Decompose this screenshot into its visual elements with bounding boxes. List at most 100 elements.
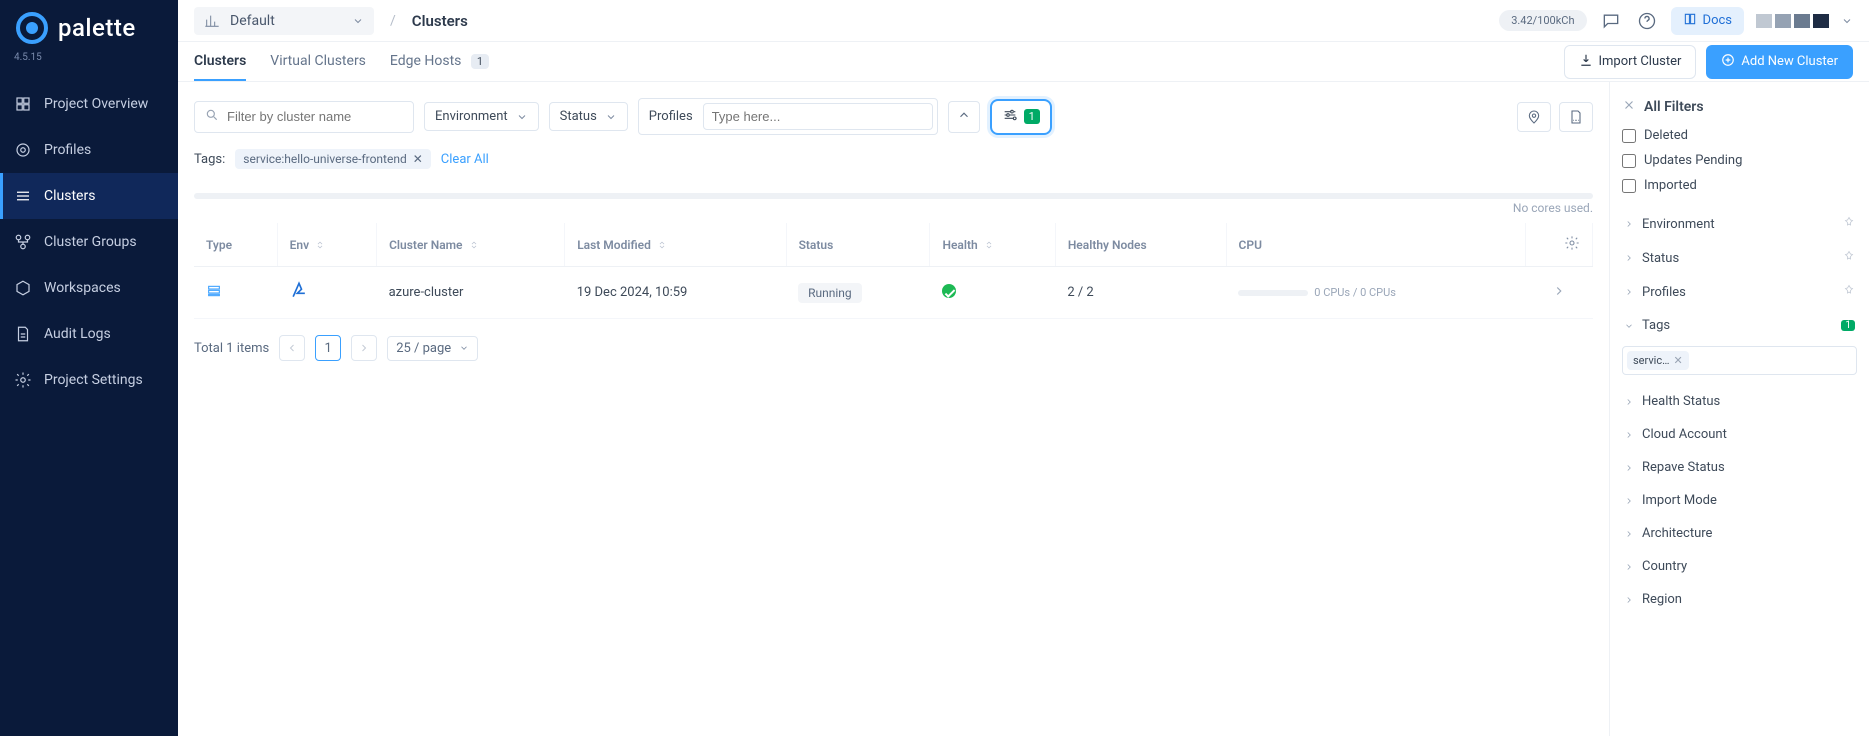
- filter-group-region[interactable]: Region: [1622, 583, 1857, 616]
- clusters-table: Type Env Cluster Name Last Modified Stat…: [194, 223, 1593, 319]
- topbar: Default / Clusters 3.42/100kCh Docs: [178, 0, 1869, 42]
- tab-badge: 1: [471, 54, 489, 69]
- col-settings: [1525, 223, 1592, 267]
- sidebar-item-clusters[interactable]: Clusters: [0, 173, 178, 219]
- environment-select[interactable]: Environment: [424, 102, 539, 131]
- export-csv-button[interactable]: [1559, 102, 1593, 132]
- tab-clusters[interactable]: Clusters: [194, 43, 246, 81]
- filter-check-imported[interactable]: Imported: [1622, 178, 1857, 193]
- sort-health[interactable]: Health: [942, 238, 993, 252]
- tags-input-area[interactable]: servic… ✕: [1622, 346, 1857, 375]
- chevron-down-icon: [605, 111, 617, 123]
- filter-check-updates-pending[interactable]: Updates Pending: [1622, 153, 1857, 168]
- page-next-button[interactable]: [351, 335, 377, 361]
- sidebar-item-workspaces[interactable]: Workspaces: [0, 265, 178, 311]
- expand-row-icon[interactable]: [1552, 287, 1566, 302]
- project-scope-select[interactable]: Default: [194, 7, 374, 35]
- select-label: Status: [560, 109, 597, 124]
- cluster-type-icon: [206, 288, 222, 303]
- close-filters-icon[interactable]: [1622, 98, 1636, 116]
- filter-group-architecture[interactable]: Architecture: [1622, 517, 1857, 550]
- pin-icon[interactable]: [1843, 250, 1855, 266]
- plus-circle-icon: [1721, 53, 1735, 71]
- profiles-input[interactable]: [703, 103, 933, 130]
- filter-group-cloud-account[interactable]: Cloud Account: [1622, 418, 1857, 451]
- table-row[interactable]: azure-cluster 19 Dec 2024, 10:59 Running…: [194, 267, 1593, 319]
- sidebar-item-profiles[interactable]: Profiles: [0, 127, 178, 173]
- scope-label: Default: [230, 13, 342, 29]
- tab-virtual-clusters[interactable]: Virtual Clusters: [270, 43, 366, 81]
- clear-all-tags-link[interactable]: Clear All: [441, 152, 489, 167]
- sidebar-item-label: Workspaces: [44, 280, 121, 296]
- active-tags-row: Tags: service:hello-universe-frontend ✕ …: [194, 149, 1593, 169]
- chevron-down-icon: [516, 111, 528, 123]
- page-size-select[interactable]: 25 / page: [387, 336, 478, 361]
- hex-icon: [14, 279, 32, 297]
- sliders-icon: [1002, 107, 1018, 127]
- pin-icon[interactable]: [1843, 216, 1855, 232]
- tag-chip-text: servic…: [1633, 354, 1669, 367]
- col-health: Health: [930, 223, 1055, 267]
- tab-edge-hosts[interactable]: Edge Hosts 1: [390, 43, 489, 81]
- table-settings-icon[interactable]: [1564, 240, 1580, 254]
- sort-env[interactable]: Env: [290, 238, 325, 252]
- sidebar-item-audit-logs[interactable]: Audit Logs: [0, 311, 178, 357]
- filter-group-environment[interactable]: Environment: [1622, 207, 1857, 241]
- search-input[interactable]: [227, 109, 403, 124]
- filter-bar: Environment Status Profiles: [194, 98, 1593, 135]
- filter-check-deleted[interactable]: Deleted: [1622, 128, 1857, 143]
- remove-tag-icon[interactable]: ✕: [413, 152, 423, 166]
- target-icon: [14, 141, 32, 159]
- col-status: Status: [786, 223, 930, 267]
- cell-healthy-nodes: 2 / 2: [1055, 267, 1226, 319]
- filter-group-repave-status[interactable]: Repave Status: [1622, 451, 1857, 484]
- add-new-cluster-button[interactable]: Add New Cluster: [1706, 45, 1853, 79]
- sidebar-item-project-settings[interactable]: Project Settings: [0, 357, 178, 403]
- help-icon[interactable]: [1635, 9, 1659, 33]
- pin-icon[interactable]: [1843, 284, 1855, 300]
- col-type: Type: [194, 223, 277, 267]
- gear-icon: [14, 371, 32, 389]
- docs-link[interactable]: Docs: [1671, 7, 1744, 35]
- pagination-total: Total 1 items: [194, 341, 269, 356]
- sidebar-nav: Project Overview Profiles Clusters Clust…: [0, 81, 178, 403]
- document-icon: [14, 325, 32, 343]
- cluster-name-search[interactable]: [194, 101, 414, 133]
- filter-group-status[interactable]: Status: [1622, 241, 1857, 275]
- filter-group-profiles[interactable]: Profiles: [1622, 275, 1857, 309]
- stack-icon: [14, 187, 32, 205]
- filter-group-health-status[interactable]: Health Status: [1622, 385, 1857, 418]
- filter-group-import-mode[interactable]: Import Mode: [1622, 484, 1857, 517]
- page-size-label: 25 / page: [396, 341, 451, 356]
- sort-cluster-name[interactable]: Cluster Name: [389, 238, 478, 252]
- chevron-down-icon[interactable]: [1841, 15, 1853, 27]
- sidebar-item-label: Clusters: [44, 188, 95, 204]
- sort-last-modified[interactable]: Last Modified: [577, 238, 667, 252]
- import-icon: [1579, 53, 1593, 71]
- chart-icon: [204, 13, 220, 29]
- profiles-filter[interactable]: Profiles: [638, 98, 938, 135]
- cores-usage-note: No cores used.: [194, 201, 1593, 215]
- chat-icon[interactable]: [1599, 9, 1623, 33]
- logo-text: palette: [58, 14, 136, 42]
- page-prev-button[interactable]: [279, 335, 305, 361]
- remove-tag-icon[interactable]: ✕: [1673, 354, 1682, 367]
- active-filter-count-button[interactable]: 1: [990, 99, 1052, 135]
- docs-label: Docs: [1703, 13, 1732, 28]
- import-cluster-button[interactable]: Import Cluster: [1564, 45, 1697, 79]
- theme-swatches[interactable]: [1756, 14, 1829, 28]
- sidebar-item-cluster-groups[interactable]: Cluster Groups: [0, 219, 178, 265]
- col-cluster-name: Cluster Name: [377, 223, 565, 267]
- filter-group-country[interactable]: Country: [1622, 550, 1857, 583]
- tag-chip-text: service:hello-universe-frontend: [243, 152, 406, 166]
- status-select[interactable]: Status: [549, 102, 628, 131]
- map-view-button[interactable]: [1517, 102, 1551, 132]
- filter-group-tags[interactable]: Tags 1: [1622, 309, 1857, 342]
- sidebar-item-project-overview[interactable]: Project Overview: [0, 81, 178, 127]
- filter-count-badge: 1: [1024, 109, 1040, 124]
- status-chip: Running: [798, 283, 862, 303]
- tab-label: Clusters: [194, 53, 246, 69]
- cell-cluster-name: azure-cluster: [377, 267, 565, 319]
- breadcrumb-separator: /: [386, 13, 400, 29]
- collapse-filters-button[interactable]: [948, 101, 980, 133]
